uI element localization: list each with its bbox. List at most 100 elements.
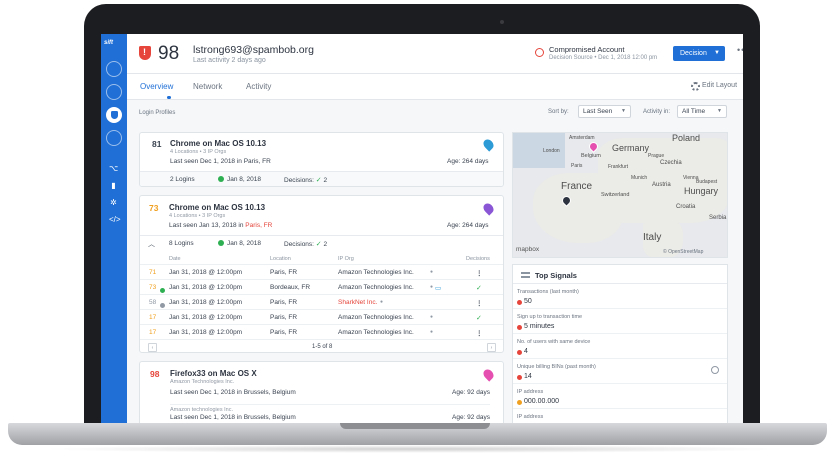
status-dot-icon (517, 350, 522, 355)
table-row[interactable]: 71 Jan 31, 2018 @ 12:00pm Paris, FR Amaz… (140, 264, 503, 279)
status-dot-icon (517, 300, 522, 305)
map-label-czechia: Czechia (660, 160, 682, 166)
block-icon (535, 48, 544, 57)
signal-item: Unique billing BINs (past month) 14 (513, 360, 727, 384)
table-row[interactable]: 17 Jan 31, 2018 @ 12:00pm Paris, FR Amaz… (140, 324, 503, 339)
login-profile-card-expanded[interactable]: 73 Chrome on Mac OS 10.13 4 Locations • … (139, 195, 504, 353)
laptop-notch (340, 423, 490, 429)
login-profile-card[interactable]: 98 Firefox33 on Mac OS X Amazon Technolo… (139, 361, 504, 423)
tab-network[interactable]: Network (193, 82, 222, 91)
app-screen: sift ⌥ ▮ ✲ </> 98 lstrong693@spambob.org… (101, 34, 743, 423)
list-icon[interactable] (106, 84, 122, 100)
code-icon[interactable]: </> (109, 215, 121, 224)
more-vert-icon[interactable]: ⋮ (476, 299, 483, 307)
signal-item: IP address (517, 414, 544, 420)
decision-button[interactable]: Decision ▼ (673, 46, 725, 61)
active-tab-indicator (167, 96, 171, 99)
profile-age: Age: 92 days (452, 414, 490, 421)
profile-subtitle: 4 Locations • 3 IP Orgs (169, 213, 226, 219)
sort-select[interactable]: Last Seen ▼ (578, 105, 631, 118)
prev-page-button[interactable]: ‹ (148, 343, 157, 352)
profile-subtitle: 4 Locations • 3 IP Orgs (170, 149, 227, 155)
location-pin-icon (481, 367, 496, 382)
status-dot-icon (160, 303, 165, 308)
login-count: 2 Logins (170, 176, 195, 183)
location-pin-icon (481, 137, 496, 152)
signal-item: IP address 000.00.000 (513, 385, 727, 409)
risk-shield-icon (139, 46, 151, 60)
credit-card-icon: ▭ (435, 285, 442, 292)
status-dot-icon (517, 375, 522, 380)
more-menu-button[interactable]: ••• (737, 45, 743, 55)
login-profiles-label: Login Profiles (139, 110, 176, 116)
fingerprint-icon[interactable] (711, 366, 719, 374)
chevron-down-icon: ▼ (714, 50, 720, 56)
status-dot-icon (218, 176, 224, 182)
tab-overview[interactable]: Overview (140, 82, 173, 91)
edit-layout-link[interactable]: Edit Layout (702, 82, 737, 89)
map-label-hungary: Hungary (684, 186, 719, 196)
map-label-croatia: Croatia (676, 204, 696, 210)
table-pager: ‹ 1-5 of 8 › (140, 339, 503, 352)
profile-last-seen: Last seen Dec 1, 2018 in Paris, FR (170, 158, 271, 165)
table-row[interactable]: 73 Jan 31, 2018 @ 12:00pm Bordeaux, FR A… (140, 279, 503, 294)
collapse-chevron-icon[interactable]: ︿ (148, 239, 155, 249)
map-label-frankfurt: Frankfurt (608, 164, 629, 170)
tab-activity[interactable]: Activity (246, 82, 271, 91)
map-label-belgium: Belgium (581, 153, 601, 159)
map-label-france: France (561, 181, 593, 192)
map-label-london: London (543, 148, 560, 154)
signal-item: No. of users with same device 4 (513, 335, 727, 359)
map-label-serbia: Serbia (709, 215, 727, 221)
sort-by-label: Sort by: (548, 109, 569, 115)
last-login: Jan 8, 2018 (218, 240, 261, 247)
map-label-paris: Paris (571, 163, 583, 169)
login-profile-card[interactable]: 81 Chrome on Mac OS 10.13 4 Locations • … (139, 132, 504, 187)
bar-chart-icon[interactable]: ▮ (109, 181, 118, 190)
sift-logo: sift (104, 40, 113, 46)
map-label-poland: Poland (672, 133, 701, 143)
map-label-switzerland: Switzerland (601, 192, 630, 198)
status-dot-icon (160, 288, 165, 293)
compromised-title: Compromised Account (549, 45, 625, 54)
profile-title: Chrome on Mac OS 10.13 (170, 139, 267, 148)
login-count: 8 Logins (169, 240, 194, 247)
next-page-button[interactable]: › (487, 343, 496, 352)
signals-header: Top Signals (513, 265, 727, 284)
last-activity: Last activity 2 days ago (193, 57, 266, 64)
decision-label: Decision (680, 50, 707, 57)
map-label-italy: Italy (643, 232, 662, 243)
check-icon: ✓ (315, 177, 322, 184)
shield-icon[interactable] (106, 107, 122, 123)
table-row[interactable]: 17 Jan 31, 2018 @ 12:00pm Paris, FR Amaz… (140, 309, 503, 324)
sliders-icon[interactable]: ⌥ (109, 164, 118, 173)
profile-age: Age: 92 days (452, 389, 490, 396)
profile-subtitle: Amazon technologies Inc. (170, 404, 490, 413)
more-vert-icon[interactable]: ⋮ (476, 269, 483, 277)
gear-icon[interactable]: ✲ (109, 198, 118, 207)
decisions: Decisions: ✓ 2 (284, 177, 328, 184)
signal-item: Transactions (last month) 50 (513, 285, 727, 309)
table-row[interactable]: 58 Jan 31, 2018 @ 12:00pm Paris, FR Shar… (140, 294, 503, 309)
chat-icon[interactable] (106, 130, 122, 146)
more-vert-icon[interactable]: ⋮ (476, 329, 483, 337)
map[interactable]: Poland Germany Czechia Belgium France Fr… (512, 132, 728, 258)
info-icon: ● (380, 299, 384, 305)
check-icon: ✓ (315, 241, 322, 248)
user-icon[interactable] (106, 61, 122, 77)
info-icon: ● (430, 314, 434, 320)
map-attribution[interactable]: © OpenStreetMap (663, 249, 703, 255)
user-score: 98 (158, 43, 180, 64)
layout-gear-icon[interactable] (691, 82, 700, 91)
map-label-budapest: Budapest (696, 179, 718, 185)
status-dot-icon (218, 240, 224, 246)
chevron-down-icon: ▼ (621, 108, 626, 114)
info-icon: ● (430, 269, 434, 275)
activity-select[interactable]: All Time ▼ (677, 105, 727, 118)
profile-last-seen: Last seen Dec 1, 2018 in Brussels, Belgi… (170, 414, 296, 421)
profile-age: Age: 264 days (447, 222, 489, 229)
map-label-munich: Munich (631, 175, 648, 181)
profile-title: Chrome on Mac OS 10.13 (169, 203, 266, 212)
info-icon: ● (430, 284, 434, 290)
profile-last-seen: Last seen Dec 1, 2018 in Brussels, Belgi… (170, 389, 296, 396)
